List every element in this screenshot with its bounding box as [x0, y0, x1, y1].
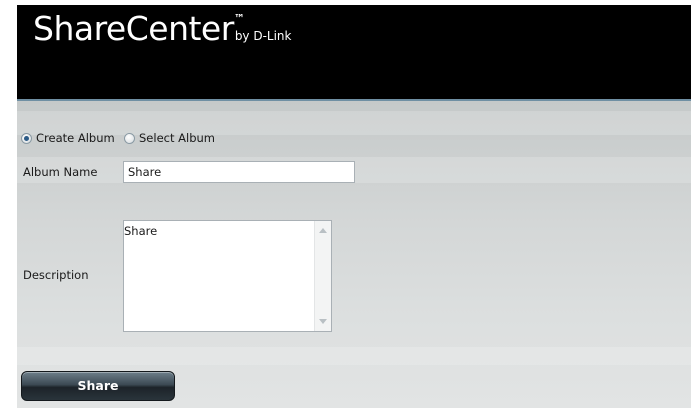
description-textarea[interactable]: Share: [123, 220, 332, 332]
description-text[interactable]: Share: [124, 221, 309, 328]
scroll-up-arrow-icon[interactable]: [319, 228, 327, 233]
select-album-radio[interactable]: [124, 133, 135, 144]
sharecenter-logo: ShareCenter™ by D-Link: [33, 9, 292, 48]
create-album-label[interactable]: Create Album: [36, 131, 115, 145]
app-header: ShareCenter™ by D-Link: [17, 5, 691, 99]
form-row-band: [17, 111, 691, 135]
album-form-panel: Create Album Select Album Album Name Sha…: [17, 101, 691, 408]
logo-byline: by D-Link: [234, 29, 292, 43]
share-center-window: ShareCenter™ by D-Link Create Album Selec…: [17, 5, 691, 408]
description-label: Description: [23, 268, 89, 282]
album-name-label: Album Name: [23, 165, 98, 179]
album-name-input[interactable]: Share: [123, 161, 355, 183]
scroll-down-arrow-icon[interactable]: [319, 319, 327, 324]
logo-wordmark: ShareCenter: [33, 9, 234, 48]
form-row-band: [17, 347, 691, 365]
create-album-radio[interactable]: [21, 133, 32, 144]
logo-trademark: ™: [233, 12, 245, 25]
share-button[interactable]: Share: [21, 371, 175, 401]
select-album-label[interactable]: Select Album: [139, 131, 215, 145]
description-scrollbar[interactable]: [314, 221, 331, 331]
